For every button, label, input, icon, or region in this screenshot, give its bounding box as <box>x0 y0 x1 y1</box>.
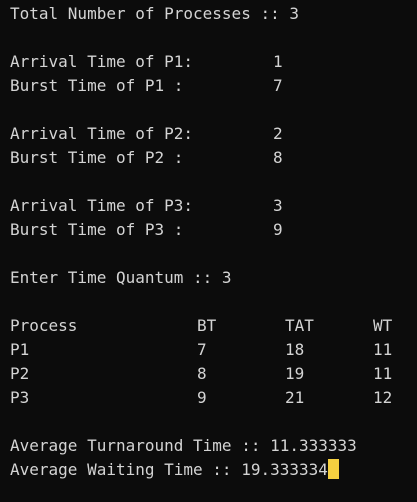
arrival-time-p2-value: 2 <box>273 124 283 143</box>
header-wt: WT <box>373 316 393 335</box>
row-p3-process: P3 <box>10 388 30 407</box>
arrival-time-p3-value: 3 <box>273 196 283 215</box>
header-tat: TAT <box>285 316 314 335</box>
burst-time-p2-label: Burst Time of P2 : <box>10 148 184 167</box>
row-p1-process: P1 <box>10 340 30 359</box>
burst-time-p3-label: Burst Time of P3 : <box>10 220 184 239</box>
arrival-time-p3-label: Arrival Time of P3: <box>10 196 194 215</box>
burst-time-p3-value: 9 <box>273 220 283 239</box>
row-p2-process: P2 <box>10 364 30 383</box>
row-p2-bt: 8 <box>197 364 207 383</box>
row-p1-bt: 7 <box>197 340 207 359</box>
avg-waiting-row: Average Waiting Time :: 19.333334 <box>10 458 339 482</box>
row-p1-wt: 11 <box>373 340 393 359</box>
arrival-time-p2-label: Arrival Time of P2: <box>10 124 194 143</box>
burst-time-p2-value: 8 <box>273 148 283 167</box>
row-p3-bt: 9 <box>197 388 207 407</box>
arrival-time-p1-label: Arrival Time of P1: <box>10 52 194 71</box>
burst-time-p1-value: 7 <box>273 76 283 95</box>
row-p2-wt: 11 <box>373 364 393 383</box>
arrival-time-p1-value: 1 <box>273 52 283 71</box>
text-cursor <box>327 459 339 479</box>
header-process: Process <box>10 316 78 335</box>
burst-time-p1-label: Burst Time of P1 : <box>10 76 184 95</box>
avg-turnaround-line: Average Turnaround Time :: 11.333333 <box>10 436 357 455</box>
total-processes-line: Total Number of Processes :: 3 <box>10 4 299 23</box>
row-p2-tat: 19 <box>285 364 305 383</box>
header-bt: BT <box>197 316 217 335</box>
row-p3-tat: 21 <box>285 388 305 407</box>
row-p1-tat: 18 <box>285 340 305 359</box>
avg-waiting-line: Average Waiting Time :: 19.333334 <box>10 460 328 479</box>
terminal-window[interactable]: Total Number of Processes :: 3 Arrival T… <box>0 0 417 502</box>
row-p3-wt: 12 <box>373 388 393 407</box>
time-quantum-line: Enter Time Quantum :: 3 <box>10 268 232 287</box>
